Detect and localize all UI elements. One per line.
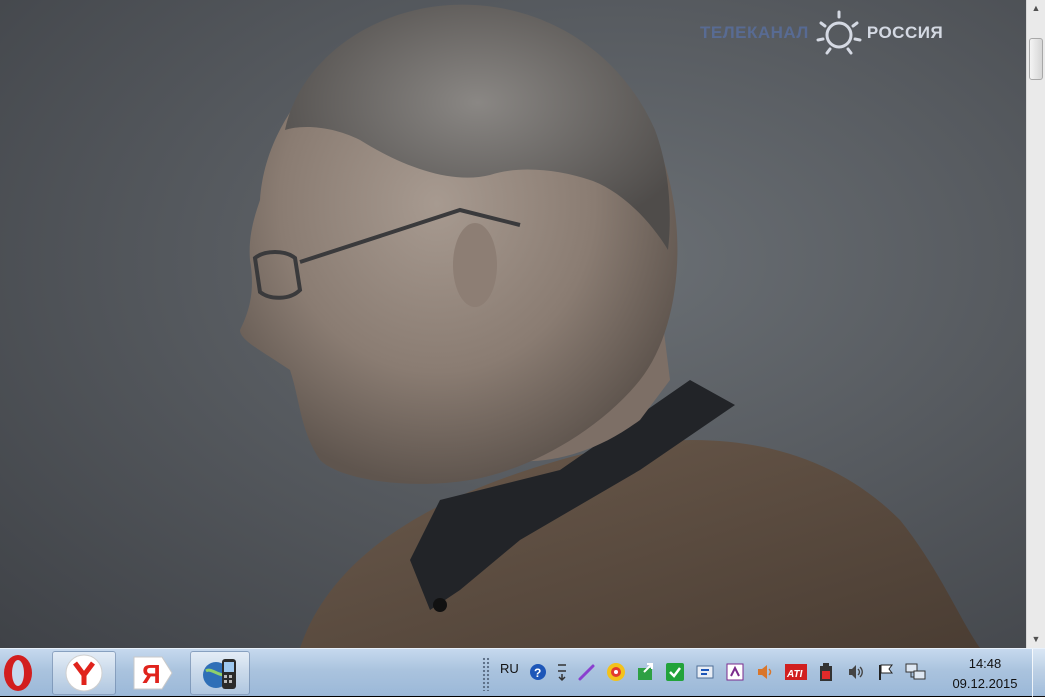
language-indicator[interactable]: RU — [500, 661, 519, 676]
phone-globe-icon — [203, 659, 236, 689]
svg-text:?: ? — [534, 666, 541, 680]
taskbar-yandex-button[interactable]: Я — [120, 651, 184, 695]
speaker-icon[interactable] — [754, 661, 776, 683]
sun-logo-icon — [816, 10, 862, 55]
scroll-down-arrow-icon[interactable]: ▼ — [1027, 631, 1045, 648]
ati-icon[interactable]: ATI — [785, 661, 807, 683]
taskbar-yandex-browser-button[interactable] — [52, 651, 116, 695]
ati-label: ATI — [786, 669, 803, 680]
volume-icon[interactable] — [845, 661, 867, 683]
taskbar: Я RU ? ATI 14:48 09.12.2015 — [0, 648, 1045, 697]
shield-icon[interactable] — [694, 661, 716, 683]
taskbar-opera-button[interactable] — [0, 651, 44, 695]
opera-icon — [4, 655, 32, 691]
calendar-icon[interactable] — [724, 661, 746, 683]
video-frame: ТЕЛЕКАНАЛ РОССИЯ — [0, 0, 1026, 648]
yandex-browser-icon — [65, 654, 103, 692]
video-scene — [240, 4, 980, 648]
system-clock[interactable]: 14:48 09.12.2015 — [940, 654, 1030, 694]
network-icon[interactable] — [905, 661, 927, 683]
channel-logo: ТЕЛЕКАНАЛ РОССИЯ — [700, 8, 990, 58]
show-desktop-button[interactable] — [1032, 649, 1045, 697]
green-check-icon[interactable] — [664, 661, 686, 683]
tray-grip[interactable] — [482, 657, 490, 691]
taskbar-phone-app-button[interactable] — [190, 651, 250, 695]
smiley-icon[interactable] — [605, 661, 627, 683]
network-activity-icon[interactable] — [551, 661, 573, 683]
clock-date: 09.12.2015 — [952, 676, 1018, 691]
yandex-icon: Я — [133, 656, 173, 690]
channel-logo-name: РОССИЯ — [866, 23, 944, 42]
clock-time: 14:48 — [968, 656, 1002, 671]
channel-logo-faded-text: ТЕЛЕКАНАЛ — [700, 23, 809, 42]
ear-shape — [453, 223, 497, 307]
svg-text:Я: Я — [142, 659, 161, 689]
help-icon[interactable]: ? — [527, 661, 549, 683]
flag-icon[interactable] — [875, 661, 897, 683]
lapel-mic — [433, 598, 447, 612]
pen-icon[interactable] — [576, 661, 598, 683]
vertical-scrollbar[interactable]: ▲ ▼ — [1026, 0, 1045, 648]
scroll-up-arrow-icon[interactable]: ▲ — [1027, 0, 1045, 17]
green-update-icon[interactable] — [635, 661, 657, 683]
battery-icon[interactable] — [815, 661, 837, 683]
scroll-thumb[interactable] — [1029, 38, 1043, 80]
